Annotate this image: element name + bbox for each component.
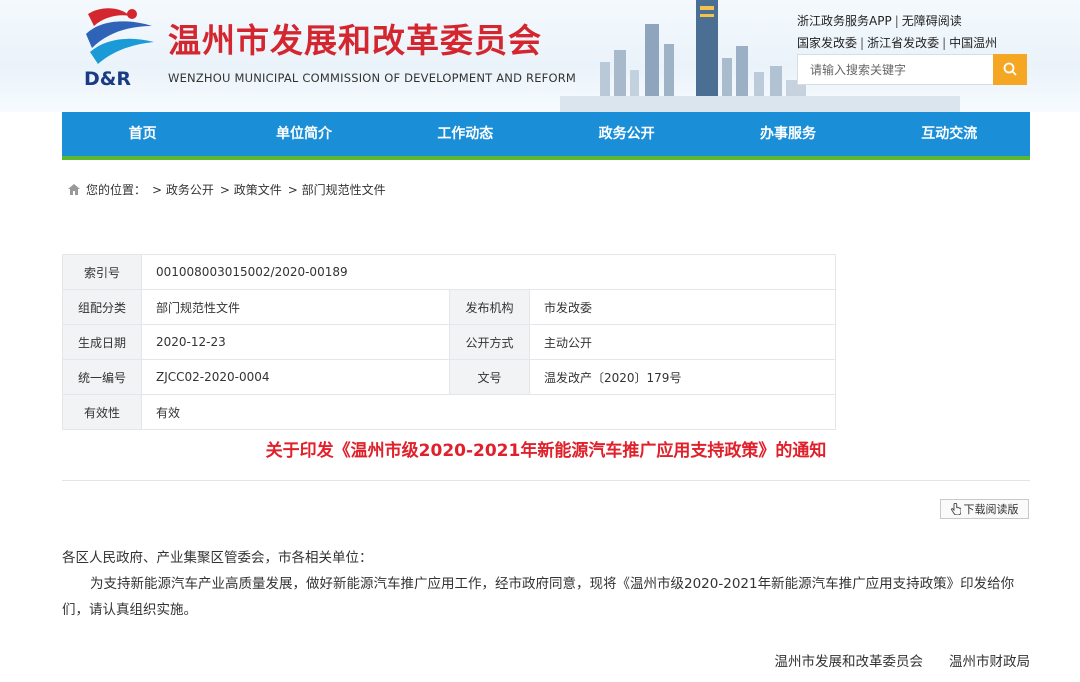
table-row: 统一编号 ZJCC02-2020-0004 文号 温发改产〔2020〕179号 [62,359,836,395]
table-row: 有效性 有效 [62,394,836,430]
top-links-row2: 国家发改委 | 浙江省发改委 | 中国温州 [797,36,998,50]
zj-app-link[interactable]: 浙江政务服务APP [797,14,892,28]
nav-interaction[interactable]: 互动交流 [869,112,1030,156]
validity-label: 有效性 [62,394,142,430]
download-reading-button[interactable]: 下载阅读版 [940,499,1029,519]
category-label: 组配分类 [62,289,142,325]
accessibility-link[interactable]: 无障碍阅读 [902,14,962,28]
open-label: 公开方式 [449,324,530,360]
nav-about[interactable]: 单位简介 [223,112,384,156]
nav-services[interactable]: 办事服务 [707,112,868,156]
date-value: 2020-12-23 [141,324,450,360]
code-label: 统一编号 [62,359,142,395]
breadcrumb: 您的位置： > 政务公开 > 政策文件 > 部门规范性文件 [68,181,386,198]
signer-drc: 温州市发展和改革委员会 [774,654,924,670]
signer-finance: 温州市财政局 [949,654,1030,670]
date-label: 生成日期 [62,324,142,360]
breadcrumb-item-normative[interactable]: > 部门规范性文件 [288,181,386,198]
logo-text: D&R [84,68,131,90]
site-subtitle: WENZHOU MUNICIPAL COMMISSION OF DEVELOPM… [168,71,577,85]
search-box [797,54,1027,85]
wenzhou-link[interactable]: 中国温州 [949,36,997,50]
nav-news[interactable]: 工作动态 [385,112,546,156]
document-title: 关于印发《温州市级2020-2021年新能源汽车推广应用支持政策》的通知 [265,441,827,461]
divider [62,480,1030,481]
breadcrumb-item-disclosure[interactable]: > 政务公开 [152,181,214,198]
publisher-value: 市发改委 [529,289,836,325]
ndrc-link[interactable]: 国家发改委 [797,36,857,50]
category-value: 部门规范性文件 [141,289,450,325]
table-row: 生成日期 2020-12-23 公开方式 主动公开 [62,324,836,360]
open-value: 主动公开 [529,324,836,360]
table-row: 索引号 001008003015002/2020-00189 [62,254,836,290]
docno-label: 文号 [449,359,530,395]
validity-value: 有效 [141,394,836,430]
code-value: ZJCC02-2020-0004 [141,359,450,395]
table-row: 组配分类 部门规范性文件 发布机构 市发改委 [62,289,836,325]
top-links-row1: 浙江政务服务APP | 无障碍阅读 [797,14,962,28]
salutation: 各区人民政府、产业集聚区管委会，市各相关单位： [62,550,373,566]
zj-drc-link[interactable]: 浙江省发改委 [867,36,939,50]
site-header: D&R 温州市发展和改革委员会 WENZHOU MUNICIPAL COMMIS… [0,0,1080,112]
download-label: 下载阅读版 [963,503,1019,516]
site-title[interactable]: 温州市发展和改革委员会 [168,14,542,62]
hand-pointer-icon [950,503,961,515]
document-info-table: 索引号 001008003015002/2020-00189 组配分类 部门规范… [62,254,836,430]
body-paragraph: 为支持新能源汽车产业高质量发展，做好新能源汽车推广应用工作，经市政府同意，现将《… [62,576,1015,618]
document-signers: 温州市发展和改革委员会 温州市财政局 [775,650,1031,670]
breadcrumb-item-policy[interactable]: > 政策文件 [220,181,282,198]
index-value: 001008003015002/2020-00189 [141,254,836,290]
nav-home[interactable]: 首页 [62,112,223,156]
index-label: 索引号 [62,254,142,290]
dr-logo-icon[interactable] [80,4,160,74]
search-input[interactable] [797,54,994,85]
breadcrumb-prefix: 您的位置： [86,183,147,197]
search-icon [1003,62,1017,76]
main-nav: 首页 单位简介 工作动态 政务公开 办事服务 互动交流 [62,112,1030,160]
nav-disclosure[interactable]: 政务公开 [546,112,707,156]
document-body: 各区人民政府、产业集聚区管委会，市各相关单位： 为支持新能源汽车产业高质量发展，… [62,545,1032,623]
docno-value: 温发改产〔2020〕179号 [529,359,836,395]
search-button[interactable] [993,54,1027,85]
home-icon [68,184,80,195]
publisher-label: 发布机构 [449,289,530,325]
